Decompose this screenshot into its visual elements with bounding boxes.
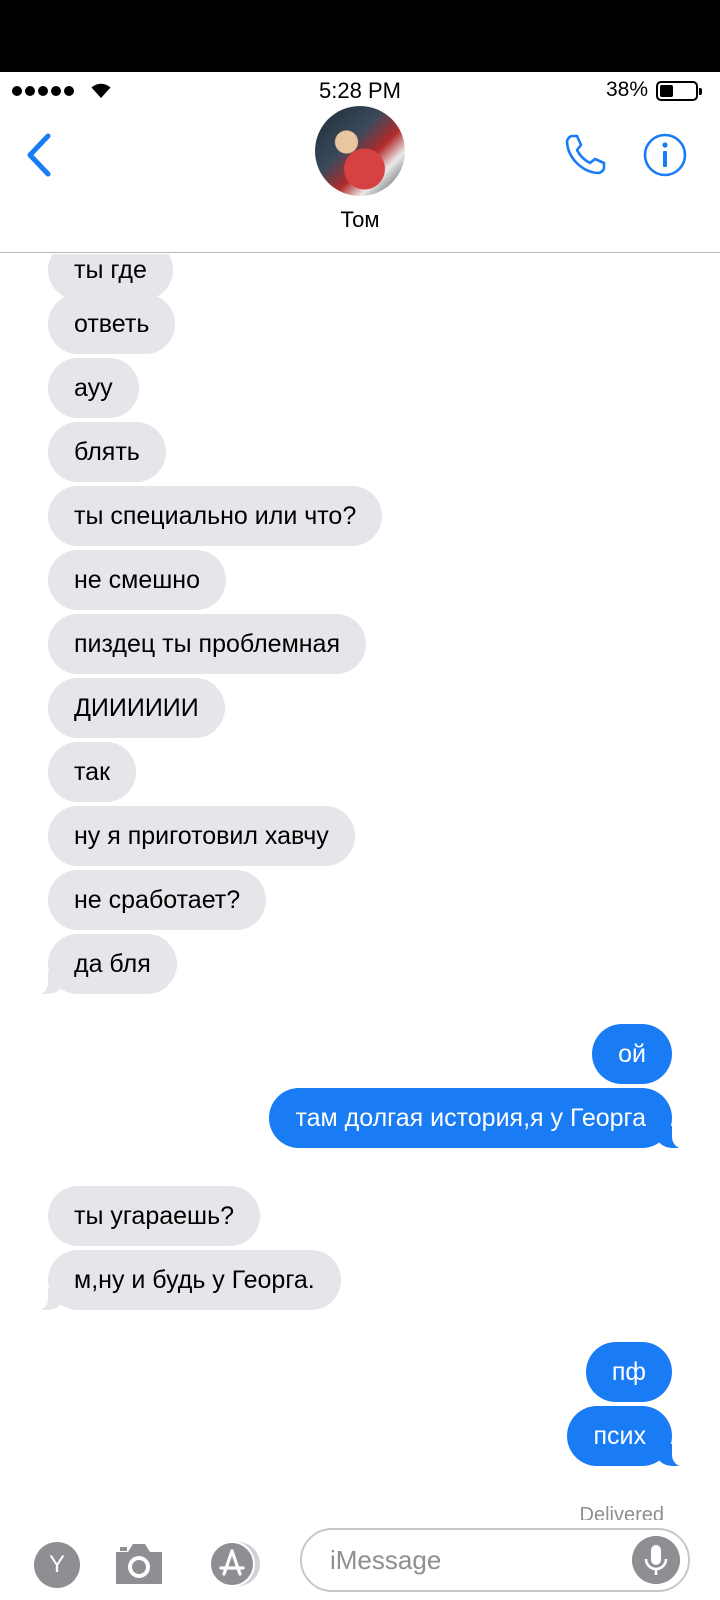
message-bubble-outgoing[interactable]: пф — [585, 1342, 672, 1402]
message-bubble-incoming[interactable]: да бля — [30, 934, 177, 995]
y-app-button[interactable]: Y — [34, 1542, 80, 1588]
message-bubble-outgoing[interactable]: ой — [592, 1024, 672, 1084]
contact-avatar[interactable] — [315, 106, 405, 196]
message-bubble-incoming[interactable]: ДИИИИИИ — [48, 678, 225, 738]
message-text: да бля — [74, 950, 151, 978]
message-bubble-incoming[interactable]: ты угараешь? — [48, 1186, 261, 1246]
message-bubble-incoming[interactable]: ну я приготовил хавчу — [48, 806, 355, 866]
app-store-icon[interactable] — [204, 1540, 264, 1588]
status-bar: 5:28 PM 38% — [0, 72, 720, 110]
message-text: псих — [593, 1422, 646, 1450]
message-text: м,ну и будь у Георга. — [74, 1266, 315, 1294]
contact-name[interactable]: Том — [0, 207, 720, 233]
phone-icon[interactable] — [562, 130, 610, 178]
message-bubble-incoming[interactable]: ауу — [48, 358, 139, 418]
message-bubble-outgoing[interactable]: там долгая история,я у Георга — [269, 1088, 690, 1149]
conversation-header: Том — [0, 106, 720, 253]
chevron-left-icon[interactable] — [22, 130, 58, 180]
message-bubble-outgoing[interactable]: псих — [567, 1406, 690, 1467]
info-icon[interactable] — [642, 132, 688, 178]
camera-icon[interactable] — [112, 1538, 166, 1588]
message-bubble-incoming[interactable]: ты специально или что? — [48, 486, 383, 546]
message-bubble-incoming[interactable]: так — [48, 742, 137, 802]
message-bubble-incoming[interactable]: не сработает? — [48, 870, 267, 930]
message-bubble-incoming[interactable]: блять — [48, 422, 166, 482]
battery-icon — [656, 81, 702, 101]
message-input-bar: Y — [0, 1520, 720, 1600]
delivered-status: Delivered — [579, 1504, 664, 1520]
message-text: там долгая история,я у Георга — [295, 1104, 646, 1132]
microphone-icon[interactable] — [632, 1536, 680, 1584]
top-black-strip — [0, 0, 720, 72]
message-thread[interactable]: ты где ответь ауу блять ты специально ил… — [0, 254, 720, 1520]
battery-percent: 38% — [605, 78, 648, 101]
message-bubble-incoming[interactable]: ответь — [48, 294, 176, 354]
message-bubble-incoming[interactable]: не смешно — [48, 550, 227, 610]
message-bubble-incoming[interactable]: м,ну и будь у Георга. — [30, 1250, 341, 1311]
message-bubble-incoming[interactable]: пиздец ты проблемная — [48, 614, 367, 674]
